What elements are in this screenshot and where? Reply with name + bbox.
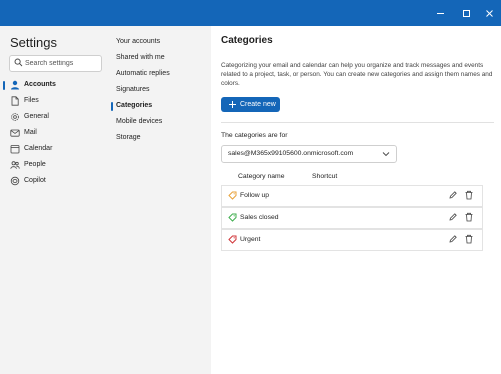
category-name: Urgent (240, 236, 261, 243)
column-header-name: Category name (238, 173, 285, 180)
nav-item-label: Files (24, 97, 39, 104)
column-header-shortcut: Shortcut (312, 173, 338, 180)
edit-icon[interactable] (448, 190, 458, 200)
person-icon (11, 80, 19, 90)
minimize-icon (436, 12, 444, 14)
nav-item-label: General (24, 113, 49, 120)
minimize-button[interactable] (427, 0, 453, 26)
nav-item-label: Accounts (24, 81, 56, 88)
page-description: Categorizing your email and calendar can… (221, 62, 493, 87)
plus-icon (229, 101, 236, 108)
nav-item-files[interactable]: Files (0, 94, 100, 108)
subnav-item-shared-with-me[interactable]: Shared with me (116, 54, 165, 66)
divider (221, 122, 494, 123)
nav-item-label: People (24, 161, 46, 168)
search-box[interactable] (9, 55, 102, 72)
nav-item-label: Copilot (24, 177, 46, 184)
account-dropdown[interactable]: sales@M365x99105600.onmicrosoft.com (221, 145, 397, 163)
settings-title: Settings (10, 35, 57, 50)
delete-icon[interactable] (464, 190, 474, 200)
page-title: Categories (221, 35, 273, 46)
subnav-item-categories[interactable]: Categories (116, 102, 152, 114)
nav-item-accounts[interactable]: Accounts (0, 78, 100, 92)
category-row: Urgent (221, 229, 483, 251)
nav-item-mail[interactable]: Mail (0, 126, 100, 140)
people-icon (10, 161, 20, 169)
category-row: Follow up (221, 185, 483, 207)
tag-icon (228, 191, 237, 200)
edit-icon[interactable] (448, 234, 458, 244)
gear-icon (11, 113, 19, 121)
maximize-icon (462, 9, 470, 17)
chevron-down-icon (382, 152, 390, 157)
close-button[interactable] (476, 0, 501, 26)
subnav-item-your-accounts[interactable]: Your accounts (116, 38, 160, 50)
settings-sidebar: Settings Accounts Files General Mail Cal… (0, 26, 211, 374)
account-dropdown-value: sales@M365x99105600.onmicrosoft.com (228, 150, 354, 157)
nav-item-people[interactable]: People (0, 158, 100, 172)
nav-item-label: Calendar (24, 145, 53, 152)
close-icon (485, 9, 493, 17)
calendar-icon (10, 145, 20, 154)
search-icon (14, 58, 23, 67)
categories-for-label: The categories are for (221, 132, 288, 139)
nav-item-copilot[interactable]: Copilot (0, 174, 100, 188)
copilot-icon (10, 176, 20, 186)
subnav-item-storage[interactable]: Storage (116, 134, 141, 146)
categories-panel: Categories Categorizing your email and c… (211, 26, 501, 374)
subnav-selection-indicator (111, 102, 113, 111)
create-new-label: Create new (240, 101, 276, 108)
category-name: Sales closed (240, 214, 279, 221)
mail-icon (10, 129, 20, 137)
nav-item-label: Mail (24, 129, 37, 136)
delete-icon[interactable] (464, 212, 474, 222)
subnav-item-mobile-devices[interactable]: Mobile devices (116, 118, 162, 130)
tag-icon (228, 213, 237, 222)
title-bar (0, 0, 501, 26)
edit-icon[interactable] (448, 212, 458, 222)
selection-indicator (3, 81, 5, 90)
nav-item-general[interactable]: General (0, 110, 100, 124)
subnav-item-automatic-replies[interactable]: Automatic replies (116, 70, 170, 82)
nav-item-calendar[interactable]: Calendar (0, 142, 100, 156)
category-row: Sales closed (221, 207, 483, 229)
search-input[interactable] (25, 56, 99, 71)
create-new-button[interactable]: Create new (221, 97, 280, 112)
file-icon (11, 96, 19, 106)
tag-icon (228, 235, 237, 244)
delete-icon[interactable] (464, 234, 474, 244)
category-name: Follow up (240, 192, 270, 199)
subnav-item-signatures[interactable]: Signatures (116, 86, 149, 98)
